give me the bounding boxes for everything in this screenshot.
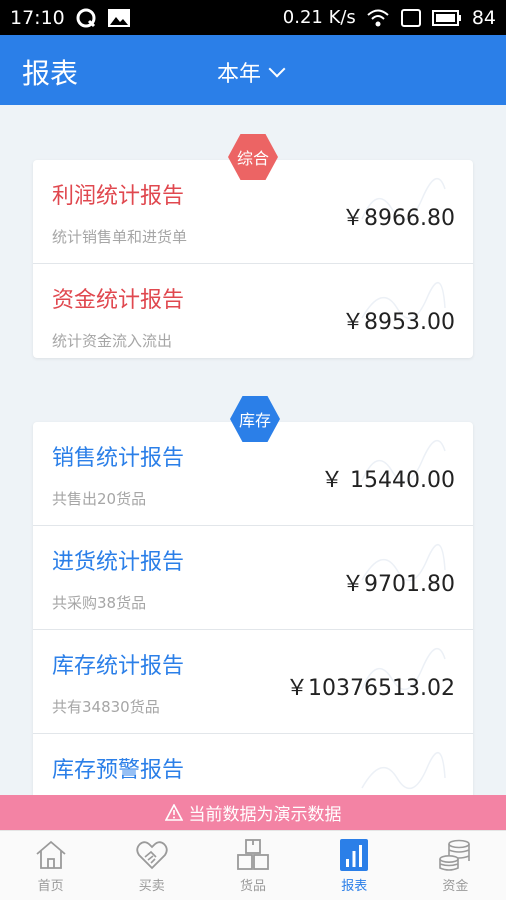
report-title: 资金统计报告	[52, 288, 185, 313]
q-app-icon	[76, 8, 96, 27]
status-bar: 17:10 0.21 K/s 84	[0, 0, 506, 35]
status-right: 0.21 K/s 84	[283, 7, 496, 29]
report-list[interactable]: 利润统计报告 统计销售单和进货单 ￥8966.80 资金统计报告 统计资金流入流…	[0, 105, 506, 795]
tab-label: 资金	[442, 879, 469, 894]
tab-label: 买卖	[138, 879, 165, 894]
network-speed: 0.21 K/s	[282, 7, 356, 28]
period-selector[interactable]: 本年	[217, 56, 286, 88]
boxes-icon	[237, 839, 269, 870]
report-amount: ￥10376513.02	[286, 676, 455, 701]
report-subtitle: 共采购38货品	[52, 594, 147, 612]
report-title: 库存预警报告	[52, 758, 185, 783]
status-time: 17:10	[10, 6, 65, 29]
report-row-funds[interactable]: 资金统计报告 统计资金流入流出 ￥8953.00	[33, 264, 473, 358]
report-subtitle: 统计资金流入流出	[52, 332, 173, 350]
home-icon	[36, 840, 66, 869]
report-subtitle: 共售出20货品	[52, 490, 147, 508]
report-row-stock-warning[interactable]: 库存预警报告	[33, 734, 473, 795]
report-subtitle: 共有34830货品	[52, 698, 160, 716]
sim-icon	[400, 8, 421, 27]
tab-home[interactable]: 首页	[0, 831, 101, 900]
page-title: 报表	[22, 57, 79, 90]
tab-label: 货品	[240, 879, 267, 894]
tab-funds[interactable]: 资金	[405, 831, 506, 900]
report-title: 销售统计报告	[52, 446, 185, 471]
wifi-icon	[367, 9, 389, 26]
wave-decoration-icon	[361, 752, 446, 790]
report-amount: ￥ 15440.00	[321, 468, 455, 493]
tab-trade[interactable]: 买卖	[101, 831, 202, 900]
bar-chart-icon	[340, 839, 369, 871]
report-amount: ￥8953.00	[342, 310, 455, 335]
report-amount: ￥9701.80	[342, 572, 455, 597]
tab-label: 首页	[37, 879, 64, 894]
image-notification-icon	[107, 8, 130, 27]
tab-label: 报表	[341, 879, 368, 894]
chevron-down-icon	[268, 60, 286, 78]
bottom-tab-bar: 首页 买卖 货品 报表 资金	[0, 830, 506, 900]
tab-goods[interactable]: 货品	[202, 831, 303, 900]
battery-level: 84	[471, 6, 496, 29]
coins-icon	[439, 839, 471, 871]
report-title: 利润统计报告	[52, 184, 185, 209]
report-row-stock[interactable]: 库存统计报告 共有34830货品 ￥10376513.02	[33, 630, 473, 734]
app-bar: 报表 本年	[0, 35, 506, 105]
report-title: 进货统计报告	[52, 550, 185, 575]
inventory-report-card: 销售统计报告 共售出20货品 ￥ 15440.00 进货统计报告 共采购38货品…	[33, 422, 473, 795]
period-label: 本年	[217, 62, 262, 87]
tab-reports[interactable]: 报表	[304, 831, 405, 900]
report-row-purchase[interactable]: 进货统计报告 共采购38货品 ￥9701.80	[33, 526, 473, 630]
battery-icon	[431, 9, 461, 26]
report-amount: ￥8966.80	[342, 206, 455, 231]
demo-banner-text: 当前数据为演示数据	[188, 805, 342, 825]
report-title: 库存统计报告	[52, 654, 185, 679]
warning-icon	[164, 803, 183, 821]
handshake-icon	[136, 841, 168, 870]
report-subtitle: 统计销售单和进货单	[52, 228, 188, 246]
status-left: 17:10	[10, 7, 131, 29]
demo-data-banner: 当前数据为演示数据	[0, 795, 506, 830]
summary-report-card: 利润统计报告 统计销售单和进货单 ￥8966.80 资金统计报告 统计资金流入流…	[33, 160, 473, 358]
